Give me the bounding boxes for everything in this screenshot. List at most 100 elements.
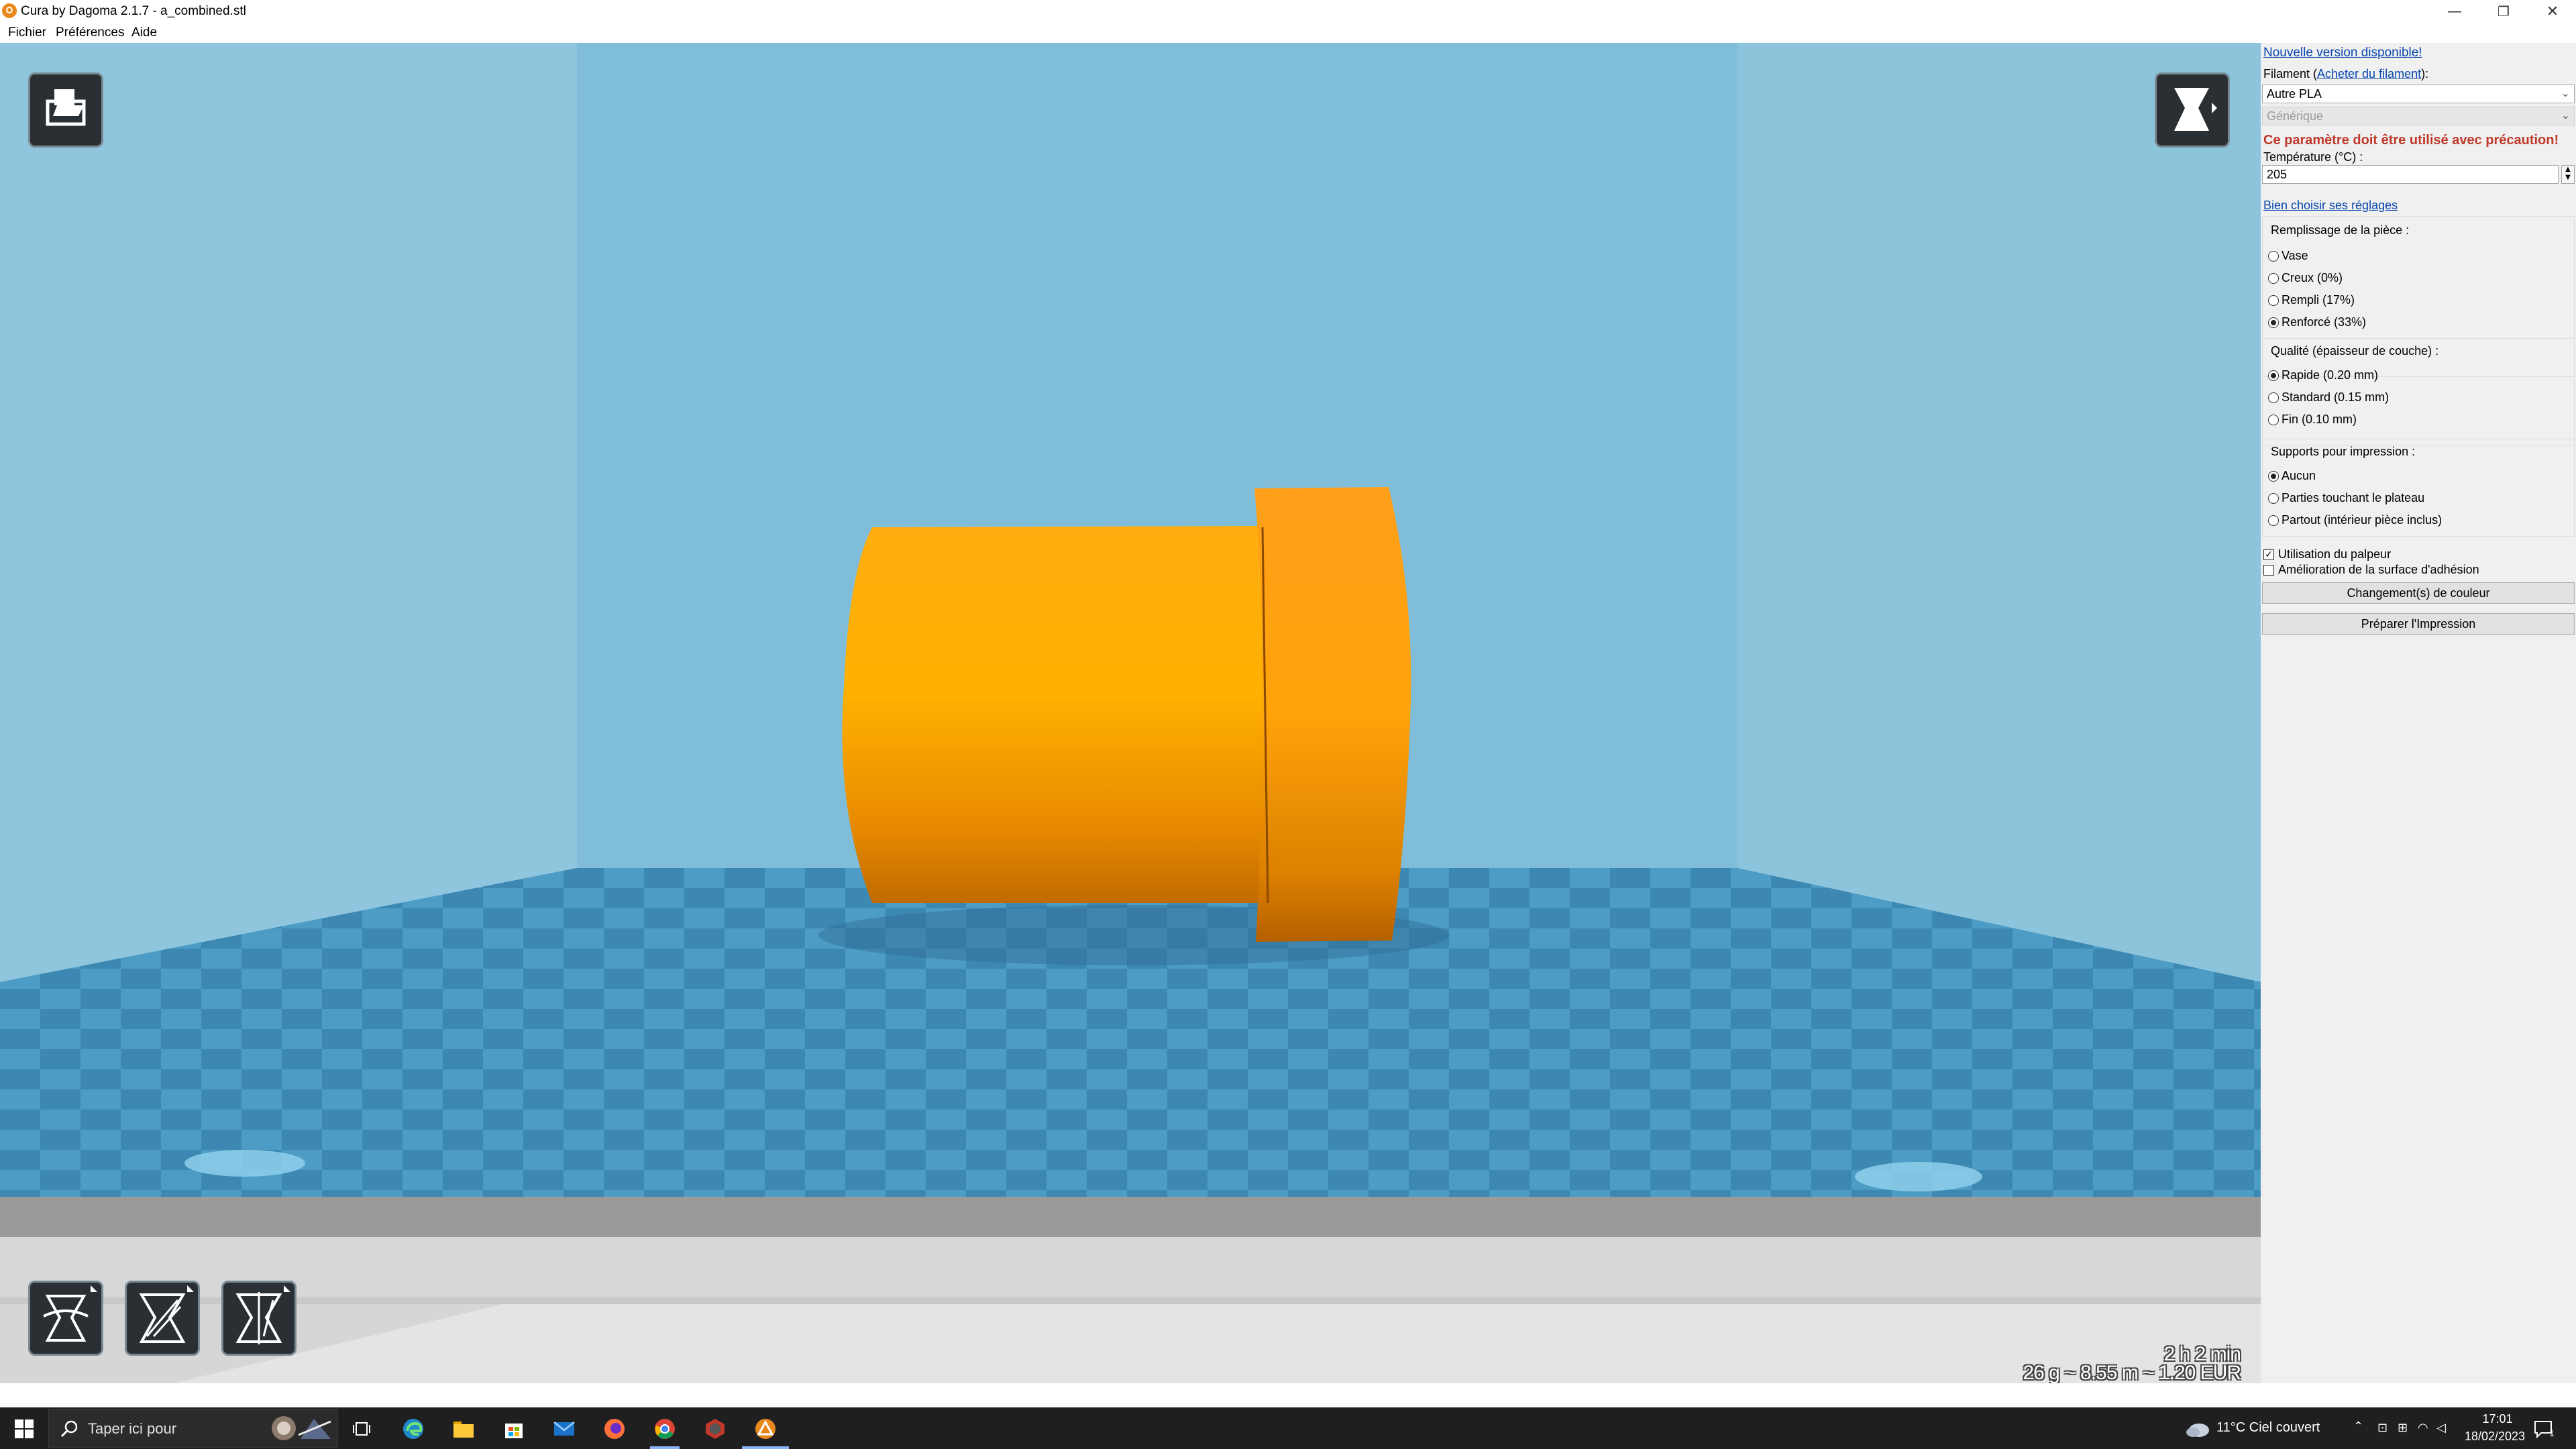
tray-overflow-icon[interactable]: ⌃ xyxy=(2353,1419,2363,1434)
windows-icon xyxy=(15,1419,34,1438)
clock-date[interactable]: 18/02/2023 xyxy=(2451,1430,2538,1444)
update-link[interactable]: Nouvelle version disponible! xyxy=(2263,46,2422,60)
taskbar: Taper ici pour 11°C Ciel couvert ⌃ ⊡ ⊞ ◠… xyxy=(0,1407,2576,1449)
color-change-button[interactable]: Changement(s) de couleur xyxy=(2262,582,2575,604)
temperature-label: Température (°C) : xyxy=(2263,150,2363,164)
window-title: Cura by Dagoma 2.1.7 - a_combined.stl xyxy=(21,4,246,18)
notification-count: 1 xyxy=(2549,1428,2555,1438)
supports-option-everywhere[interactable]: Partout (intérieur pièce inclus) xyxy=(2268,513,2442,527)
view-mode-icon xyxy=(2174,88,2217,131)
filament-variant-select: Générique ⌄ xyxy=(2262,107,2575,125)
menu-bar: Fichier Préférences Aide xyxy=(0,23,2576,43)
chevron-down-icon: ⌄ xyxy=(2561,109,2570,121)
supports-title: Supports pour impression : xyxy=(2271,445,2416,458)
edge-app[interactable] xyxy=(398,1414,428,1444)
settings-panel: Nouvelle version disponible! Filament (A… xyxy=(2261,43,2576,1383)
cura-icon xyxy=(755,1419,775,1439)
edge-icon xyxy=(403,1419,423,1439)
mail-app[interactable] xyxy=(549,1414,579,1444)
volume-icon[interactable]: ◁ xyxy=(2436,1421,2446,1435)
scale-tool-button[interactable] xyxy=(125,1281,200,1356)
chrome-app[interactable] xyxy=(650,1414,680,1444)
firefox-app[interactable] xyxy=(600,1414,629,1444)
cura-active-indicator xyxy=(742,1446,789,1449)
search-icon xyxy=(60,1420,78,1438)
filament-label: Filament (Acheter du filament): xyxy=(2263,67,2429,80)
radio-icon xyxy=(2268,515,2279,526)
chevron-down-icon: ⌄ xyxy=(2561,87,2570,99)
clock-time[interactable]: 17:01 xyxy=(2467,1412,2528,1426)
adhesion-checkbox-row[interactable]: Amélioration de la surface d'adhésion xyxy=(2263,563,2479,577)
menu-preferences[interactable]: Préférences xyxy=(56,25,124,40)
search-placeholder: Taper ici pour xyxy=(88,1420,177,1437)
quality-title: Qualité (épaisseur de couche) : xyxy=(2271,344,2439,358)
infill-option-filled[interactable]: Rempli (17%) xyxy=(2268,293,2355,307)
firefox-icon xyxy=(604,1419,625,1439)
temperature-stepper[interactable]: ▲ ▼ xyxy=(2561,165,2575,184)
network-icon[interactable]: ⊡ xyxy=(2377,1421,2387,1435)
radio-selected-icon xyxy=(2268,317,2279,328)
radio-icon xyxy=(2268,414,2279,425)
cloud-icon xyxy=(2186,1424,2209,1437)
file-explorer-app[interactable] xyxy=(449,1414,478,1444)
task-view-icon xyxy=(353,1422,370,1436)
title-bar: Cura by Dagoma 2.1.7 - a_combined.stl — … xyxy=(0,0,2576,23)
settings-guide-link[interactable]: Bien choisir ses réglages xyxy=(2263,199,2398,213)
mirror-tool-button[interactable] xyxy=(221,1281,297,1356)
infill-title: Remplissage de la pièce : xyxy=(2271,223,2410,237)
supports-group: Supports pour impression : Aucun Parties… xyxy=(2262,439,2575,537)
store-app[interactable] xyxy=(499,1414,529,1444)
menu-aide[interactable]: Aide xyxy=(131,25,157,40)
cura-app[interactable] xyxy=(751,1414,780,1444)
mail-icon xyxy=(553,1421,575,1436)
3d-viewport[interactable]: 2 h 2 min 26 g ~ 8.55 m ~ 1.20 EUR xyxy=(0,43,2261,1383)
quality-option-standard[interactable]: Standard (0.15 mm) xyxy=(2268,390,2389,405)
wifi-icon[interactable]: ◠ xyxy=(2418,1421,2428,1435)
infill-option-hollow[interactable]: Creux (0%) xyxy=(2268,271,2343,285)
checkbox-icon xyxy=(2263,564,2274,576)
task-view-button[interactable] xyxy=(347,1414,376,1444)
rotate-tool-button[interactable] xyxy=(28,1281,103,1356)
mirror-icon xyxy=(235,1285,290,1344)
radio-icon xyxy=(2268,250,2279,262)
usb-icon[interactable]: ⊞ xyxy=(2398,1421,2408,1435)
chrome-icon xyxy=(655,1419,675,1439)
cura-app-icon xyxy=(2,3,17,18)
temperature-input[interactable]: 205 xyxy=(2262,165,2559,184)
view-mode-button[interactable] xyxy=(2155,72,2230,148)
radio-icon xyxy=(2268,492,2279,504)
filament-select[interactable]: Autre PLA ⌄ xyxy=(2262,85,2575,103)
dagoma-app[interactable] xyxy=(700,1414,730,1444)
material-usage: 26 g ~ 8.55 m ~ 1.20 EUR xyxy=(2023,1362,2241,1383)
weather-text[interactable]: 11°C Ciel couvert xyxy=(2216,1420,2320,1436)
menu-fichier[interactable]: Fichier xyxy=(8,25,46,40)
search-highlight-icon xyxy=(272,1416,331,1440)
infill-option-reinforced[interactable]: Renforcé (33%) xyxy=(2268,315,2366,329)
open-file-icon xyxy=(46,89,86,126)
rotate-icon xyxy=(43,1285,97,1342)
store-icon xyxy=(505,1424,523,1438)
folder-icon xyxy=(453,1421,474,1438)
open-file-button[interactable] xyxy=(28,72,103,148)
start-button[interactable] xyxy=(9,1414,39,1444)
quality-group: Qualité (épaisseur de couche) : Rapide (… xyxy=(2262,338,2575,445)
supports-option-touching-plate[interactable]: Parties touchant le plateau xyxy=(2268,491,2424,505)
quality-option-fine[interactable]: Fin (0.10 mm) xyxy=(2268,413,2357,427)
prepare-print-button[interactable]: Préparer l'Impression xyxy=(2262,613,2575,635)
taskbar-search[interactable]: Taper ici pour xyxy=(48,1409,338,1448)
probe-checkbox-row[interactable]: ✓ Utilisation du palpeur xyxy=(2263,547,2391,561)
radio-selected-icon xyxy=(2268,470,2279,482)
quality-option-fast[interactable]: Rapide (0.20 mm) xyxy=(2268,368,2378,382)
minimize-button[interactable]: — xyxy=(2431,0,2478,23)
close-button[interactable]: ✕ xyxy=(2529,0,2576,23)
scale-icon xyxy=(139,1285,194,1343)
warning-text: Ce paramètre doit être utilisé avec préc… xyxy=(2263,133,2559,148)
radio-icon xyxy=(2268,392,2279,403)
infill-option-vase[interactable]: Vase xyxy=(2268,249,2308,263)
restore-button[interactable]: ❐ xyxy=(2480,0,2527,23)
radio-icon xyxy=(2268,294,2279,306)
supports-option-none[interactable]: Aucun xyxy=(2268,469,2316,483)
buy-filament-link[interactable]: Acheter du filament xyxy=(2317,67,2421,80)
dagoma-icon xyxy=(706,1419,724,1439)
radio-icon xyxy=(2268,272,2279,284)
